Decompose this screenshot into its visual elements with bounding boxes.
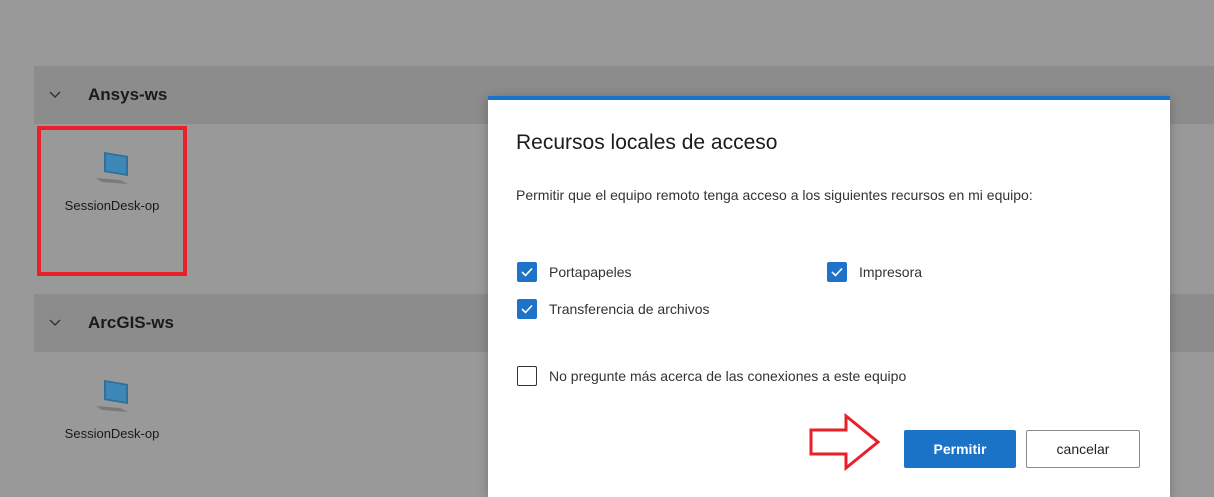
clipboard-checkbox[interactable] xyxy=(517,262,537,282)
cancel-button[interactable]: cancelar xyxy=(1026,430,1140,468)
dialog-description: Permitir que el equipo remoto tenga acce… xyxy=(516,187,1033,203)
file-transfer-label: Transferencia de archivos xyxy=(549,301,710,317)
dont-ask-option[interactable]: No pregunte más acerca de las conexiones… xyxy=(517,366,906,386)
computer-icon xyxy=(96,380,128,412)
group-title: Ansys-ws xyxy=(88,85,168,104)
highlight-box xyxy=(37,126,187,276)
checkmark-icon xyxy=(521,267,533,277)
dont-ask-checkbox[interactable] xyxy=(517,366,537,386)
session-tile[interactable]: SessionDesk-op xyxy=(37,378,187,443)
chevron-down-icon xyxy=(49,91,61,98)
clipboard-label: Portapapeles xyxy=(549,264,632,280)
file-transfer-checkbox[interactable] xyxy=(517,299,537,319)
clipboard-option[interactable]: Portapapeles xyxy=(517,262,632,282)
printer-label: Impresora xyxy=(859,264,923,280)
dont-ask-label: No pregunte más acerca de las conexiones… xyxy=(549,368,907,384)
tile-label: SessionDesk-op xyxy=(64,426,160,441)
group-title: ArcGIS-ws xyxy=(88,313,174,332)
allow-button[interactable]: Permitir xyxy=(904,430,1016,468)
chevron-down-icon xyxy=(49,319,61,326)
checkmark-icon xyxy=(831,267,843,277)
printer-option[interactable]: Impresora xyxy=(827,262,922,282)
printer-checkbox[interactable] xyxy=(827,262,847,282)
file-transfer-option[interactable]: Transferencia de archivos xyxy=(517,299,710,319)
arrow-right-icon xyxy=(809,412,881,472)
checkmark-icon xyxy=(521,304,533,314)
dialog-title: Recursos locales de acceso xyxy=(516,131,778,154)
